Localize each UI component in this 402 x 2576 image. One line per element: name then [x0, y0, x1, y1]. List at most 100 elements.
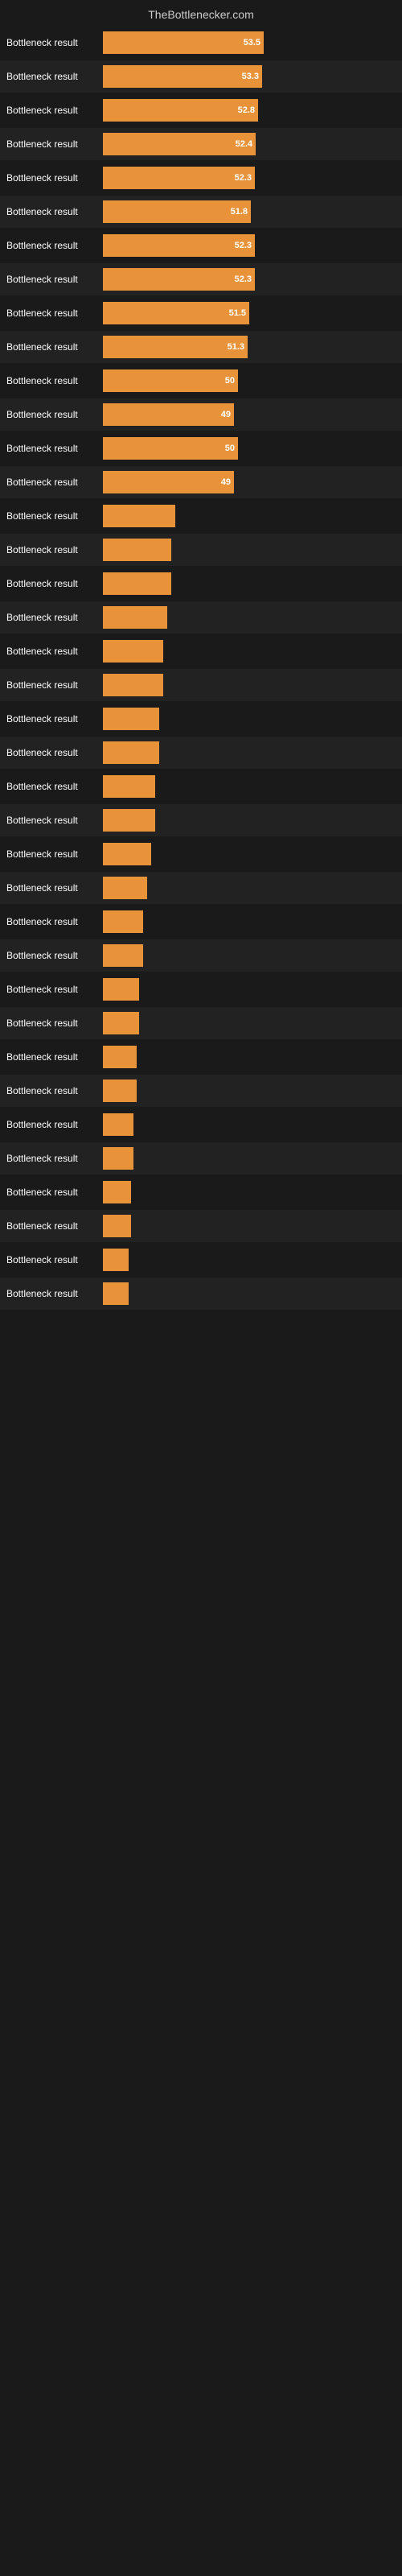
bar-fill: [103, 572, 171, 595]
bar-label: Bottleneck result: [6, 308, 103, 319]
bar-value: 52.4: [236, 139, 252, 149]
bar-label: Bottleneck result: [6, 713, 103, 724]
bar-wrapper: [103, 1249, 396, 1271]
bar-row: Bottleneck result: [0, 1142, 402, 1174]
bar-row: Bottleneck result: [0, 635, 402, 667]
bar-label: Bottleneck result: [6, 882, 103, 894]
bar-label: Bottleneck result: [6, 1051, 103, 1063]
bar-fill: 52.3: [103, 268, 255, 291]
bar-wrapper: [103, 741, 396, 764]
bar-label: Bottleneck result: [6, 240, 103, 251]
bar-fill: [103, 708, 159, 730]
bar-fill: [103, 809, 155, 832]
bar-fill: [103, 505, 175, 527]
bar-fill: [103, 1113, 133, 1136]
bar-fill: [103, 1181, 131, 1203]
bar-row: Bottleneck result: [0, 568, 402, 600]
bar-label: Bottleneck result: [6, 848, 103, 860]
bars-container: Bottleneck result53.5Bottleneck result53…: [0, 27, 402, 1310]
bar-row: Bottleneck result 51.5: [0, 297, 402, 329]
bar-fill: 51.3: [103, 336, 248, 358]
bar-wrapper: 52.4: [103, 133, 396, 155]
bar-fill: [103, 1012, 139, 1034]
bar-row: Bottleneck result53.5: [0, 27, 402, 59]
bar-label: Bottleneck result: [6, 1288, 103, 1299]
bar-wrapper: [103, 978, 396, 1001]
bar-label: Bottleneck result: [6, 815, 103, 826]
bar-label: Bottleneck result: [6, 1153, 103, 1164]
bar-label: Bottleneck result: [6, 71, 103, 82]
bar-label: Bottleneck result: [6, 950, 103, 961]
bar-row: Bottleneck result: [0, 872, 402, 904]
bar-label: Bottleneck result: [6, 206, 103, 217]
bar-value: 49: [221, 477, 231, 487]
bar-value: 53.3: [242, 72, 259, 81]
bar-fill: 52.3: [103, 167, 255, 189]
bar-wrapper: [103, 1181, 396, 1203]
bar-value: 52.8: [238, 105, 255, 115]
bar-row: Bottleneck result: [0, 1244, 402, 1276]
bar-label: Bottleneck result: [6, 984, 103, 995]
bar-value: 50: [225, 376, 235, 386]
bar-wrapper: [103, 843, 396, 865]
bar-wrapper: [103, 1147, 396, 1170]
bar-row: Bottleneck result: [0, 534, 402, 566]
bar-row: Bottleneck result: [0, 500, 402, 532]
bar-fill: [103, 1147, 133, 1170]
bar-wrapper: 50: [103, 437, 396, 460]
bar-wrapper: [103, 640, 396, 663]
bar-wrapper: 52.3: [103, 167, 396, 189]
bar-row: Bottleneck result: [0, 1075, 402, 1107]
bar-row: Bottleneck result: [0, 939, 402, 972]
bar-label: Bottleneck result: [6, 916, 103, 927]
bar-fill: [103, 978, 139, 1001]
bar-fill: 50: [103, 369, 238, 392]
bar-label: Bottleneck result: [6, 1119, 103, 1130]
bar-wrapper: [103, 539, 396, 561]
bar-wrapper: [103, 1215, 396, 1237]
bar-label: Bottleneck result: [6, 679, 103, 691]
bar-wrapper: [103, 674, 396, 696]
bar-label: Bottleneck result: [6, 578, 103, 589]
bar-row: Bottleneck result: [0, 737, 402, 769]
bar-wrapper: 49: [103, 403, 396, 426]
bar-label: Bottleneck result: [6, 138, 103, 150]
bar-label: Bottleneck result: [6, 274, 103, 285]
bar-row: Bottleneck result: [0, 669, 402, 701]
bar-label: Bottleneck result: [6, 544, 103, 555]
bar-label: Bottleneck result: [6, 781, 103, 792]
bar-value: 53.5: [244, 38, 260, 47]
bar-wrapper: 51.5: [103, 302, 396, 324]
bar-wrapper: [103, 910, 396, 933]
bar-row: Bottleneck result 52.8: [0, 94, 402, 126]
bar-fill: 49: [103, 471, 234, 493]
bar-label: Bottleneck result: [6, 172, 103, 184]
bar-row: Bottleneck result49: [0, 398, 402, 431]
bar-label: Bottleneck result: [6, 612, 103, 623]
bar-wrapper: 51.3: [103, 336, 396, 358]
bar-wrapper: 49: [103, 471, 396, 493]
bar-fill: [103, 843, 151, 865]
bar-label: Bottleneck result: [6, 646, 103, 657]
bar-row: Bottleneck result: [0, 703, 402, 735]
bar-fill: [103, 877, 147, 899]
bar-fill: [103, 1080, 137, 1102]
bar-value: 51.5: [229, 308, 246, 318]
bar-wrapper: 50: [103, 369, 396, 392]
bar-wrapper: [103, 1080, 396, 1102]
bar-row: Bottleneck result: [0, 770, 402, 803]
bar-value: 52.3: [235, 173, 252, 183]
bar-row: Bottleneck result 52.3: [0, 162, 402, 194]
bar-row: Bottleneck result50: [0, 365, 402, 397]
bar-row: Bottleneck result: [0, 1176, 402, 1208]
bar-fill: [103, 674, 163, 696]
bar-row: Bottleneck result51.3: [0, 331, 402, 363]
bar-row: Bottleneck result: [0, 838, 402, 870]
bar-label: Bottleneck result: [6, 105, 103, 116]
bar-wrapper: [103, 572, 396, 595]
bar-wrapper: [103, 606, 396, 629]
bar-wrapper: [103, 809, 396, 832]
bar-row: Bottleneck result: [0, 804, 402, 836]
bar-row: Bottleneck result51.8: [0, 196, 402, 228]
bar-wrapper: [103, 944, 396, 967]
